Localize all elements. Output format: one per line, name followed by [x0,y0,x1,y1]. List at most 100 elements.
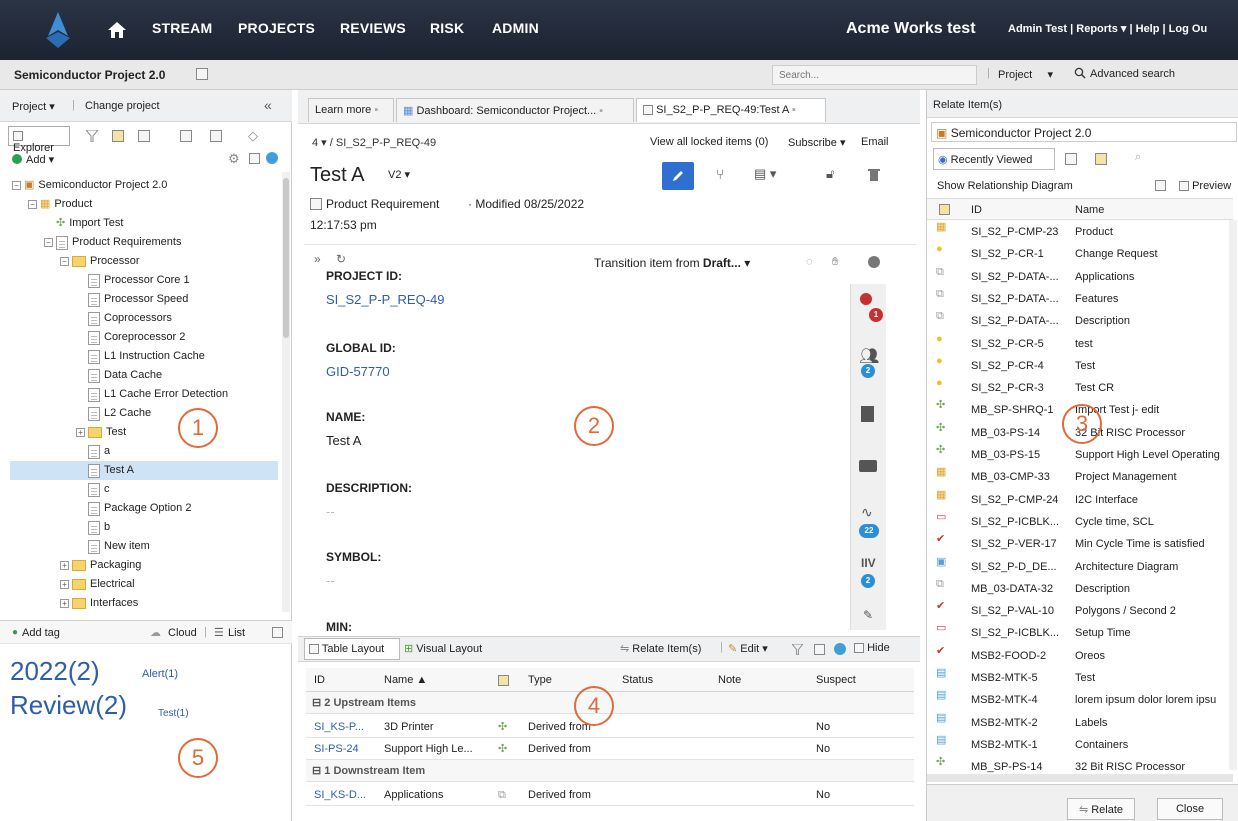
refresh-icon[interactable] [249,153,260,164]
tree-node[interactable]: Test A [10,461,278,480]
tree-node[interactable]: − Processor [60,252,140,271]
tree-node[interactable]: c [76,480,110,499]
field-value-name[interactable]: Test A [326,433,361,448]
help-link[interactable]: Help [1136,23,1160,35]
table-row[interactable]: SI_KS-P... 3D Printer ✣ Derived from No [306,716,914,738]
tree-node[interactable]: L1 Instruction Cache [76,347,205,366]
list-item[interactable]: ▭ SI_S2_P-ICBLK... Setup Time [927,622,1231,644]
tab-test-a[interactable]: SI_S2_P-P_REQ-49:Test A ▪ [636,98,826,122]
logout-link[interactable]: Log Ou [1169,23,1208,35]
tree-node[interactable]: − ▣ Semiconductor Project 2.0 [12,176,167,195]
tree-node[interactable]: L1 Cache Error Detection [76,385,228,404]
more-widget-button[interactable]: ✎ [851,606,885,638]
refresh-icon[interactable]: ↻ [336,252,346,266]
field-value-project-id[interactable]: SI_S2_P-P_REQ-49 [326,292,445,307]
tag-icon[interactable]: ◇ [248,128,258,144]
collapse-node-icon[interactable]: − [60,257,69,266]
expand-node-icon[interactable]: + [60,580,69,589]
search-input[interactable] [772,65,977,85]
add-icon[interactable] [12,154,22,164]
table-view-icon[interactable] [112,130,124,142]
nav-stream[interactable]: STREAM [152,20,212,36]
tree-node[interactable]: Package Option 2 [76,499,191,518]
list-item[interactable]: ▤ MSB2-MTK-1 Containers [927,734,1231,756]
list-tab-icon[interactable] [1065,153,1077,165]
export-icon[interactable] [814,644,825,655]
col-id[interactable]: ID [971,204,982,216]
lock-icon[interactable]: 🔓︎ [826,166,834,182]
table-tab-icon[interactable] [1095,153,1107,165]
list-item[interactable]: ● SI_S2_P-CR-4 Test [927,355,1231,377]
grid-scrollbar[interactable] [1229,220,1237,770]
list-item[interactable]: ⧉ SI_S2_P-DATA-... Applications [927,266,1231,288]
list-item[interactable]: ⧉ MB_03-DATA-32 Description [927,578,1231,600]
list-item[interactable]: ✔ SI_S2_P-VER-17 Min Cycle Time is satisfi… [927,533,1231,555]
search-scope-select[interactable]: Project ▾ [998,68,1053,81]
list-item[interactable]: ⧉ SI_S2_P-DATA-... Description [927,310,1231,332]
tree-node[interactable]: Coreprocessor 2 [76,328,185,347]
edit-menu[interactable]: ✎ Edit ▾ [728,642,768,655]
expand-node-icon[interactable]: + [76,428,85,437]
tag-test[interactable]: Test(1) [158,708,189,719]
cell-id[interactable]: SI-PS-24 [314,738,359,760]
filter-icon[interactable] [86,130,98,142]
list-item[interactable]: ✔ MSB2-FOOD-2 Oreos [927,645,1231,667]
list-item[interactable]: ✔ SI_S2_P-VAL-10 Polygons / Second 2 [927,600,1231,622]
advanced-search-link[interactable]: Advanced search [1090,68,1175,80]
add-tag-button[interactable]: Add tag [22,627,60,639]
subscribe-menu[interactable]: Subscribe ▾ [788,136,846,149]
tab-dashboard[interactable]: ▦ Dashboard: Semiconductor Project... ▪ [396,98,634,122]
table-layout-tab[interactable]: Table Layout [304,638,400,660]
help-icon[interactable] [834,643,846,655]
reports-menu[interactable]: Reports ▾ [1076,23,1126,35]
expand-node-icon[interactable]: + [60,561,69,570]
hide-button[interactable]: Hide [854,642,890,654]
col-name[interactable]: Name ▲ [384,674,427,686]
list-view-icon[interactable] [180,130,192,142]
activity-widget-button[interactable]: ∿ 22 [851,502,885,538]
nav-risk[interactable]: RISK [430,20,464,36]
project-info-icon[interactable] [196,68,208,80]
tag-alert[interactable]: Alert(1) [142,668,178,680]
list-item[interactable]: ▤ MSB2-MTK-5 Test [927,667,1231,689]
group-header[interactable]: ⊟ 1 Downstream Item [306,760,914,782]
cell-id[interactable]: SI_KS-P... [314,716,364,738]
document-view-icon[interactable] [210,130,222,142]
export-icon[interactable] [272,627,283,638]
list-item[interactable]: ▦ SI_S2_P-CMP-23 Product [927,221,1231,243]
list-item[interactable]: ▦ MB_03-CMP-33 Project Management [927,466,1231,488]
visual-layout-tab[interactable]: ⊞ Visual Layout [404,642,482,655]
breadcrumb[interactable]: 4 ▾ / SI_S2_P-P_REQ-49 [312,136,436,149]
nav-reviews[interactable]: REVIEWS [340,20,406,36]
list-item[interactable]: ▤ MSB2-MTK-2 Labels [927,712,1231,734]
help-icon[interactable] [868,256,880,268]
version-menu[interactable]: V2 ▾ [388,168,410,181]
tree-node[interactable]: ✣ Import Test [44,214,123,233]
project-menu[interactable]: Project ▾ [12,100,55,113]
refresh-icon[interactable] [1155,180,1166,191]
col-name[interactable]: Name [1075,204,1104,216]
recently-viewed-tab[interactable]: ◉ Recently Viewed [933,148,1055,170]
list-view-button[interactable]: List [228,627,245,639]
settings-gear-icon[interactable]: ⚙ [228,151,240,167]
tree-node[interactable]: − ▦ Product [28,195,92,214]
list-item[interactable]: ▭ SI_S2_P-ICBLK... Cycle time, SCL [927,511,1231,533]
table-row[interactable]: SI_KS-D... Applications ⧉ Derived from No [306,784,914,806]
list-item[interactable]: ▣ SI_S2_P-D_DE... Architecture Diagram [927,556,1231,578]
comment-icon[interactable]: ◌ [806,256,813,268]
tree-node[interactable]: + Packaging [60,556,141,575]
filter-icon[interactable] [792,644,803,655]
comments-widget-button[interactable] [851,454,885,486]
explorer-tab[interactable]: Explorer [8,126,70,154]
edit-button[interactable] [662,162,694,190]
users-widget-button[interactable]: 👥︎ 2 [851,344,885,378]
cloud-view-button[interactable]: Cloud [168,627,197,639]
collapse-node-icon[interactable]: − [44,238,53,247]
add-menu[interactable]: Add ▾ [26,153,54,166]
tab-learn-more[interactable]: Learn more ▪ [308,98,394,122]
list-item[interactable]: ● SI_S2_P-CR-1 Change Request [927,243,1231,265]
cell-id[interactable]: SI_KS-D... [314,784,366,806]
relate-items-button[interactable]: ⇋ Relate Item(s) [620,642,701,655]
tree-scroll-thumb[interactable] [283,178,289,338]
tag-2022[interactable]: 2022(2) [10,656,100,687]
